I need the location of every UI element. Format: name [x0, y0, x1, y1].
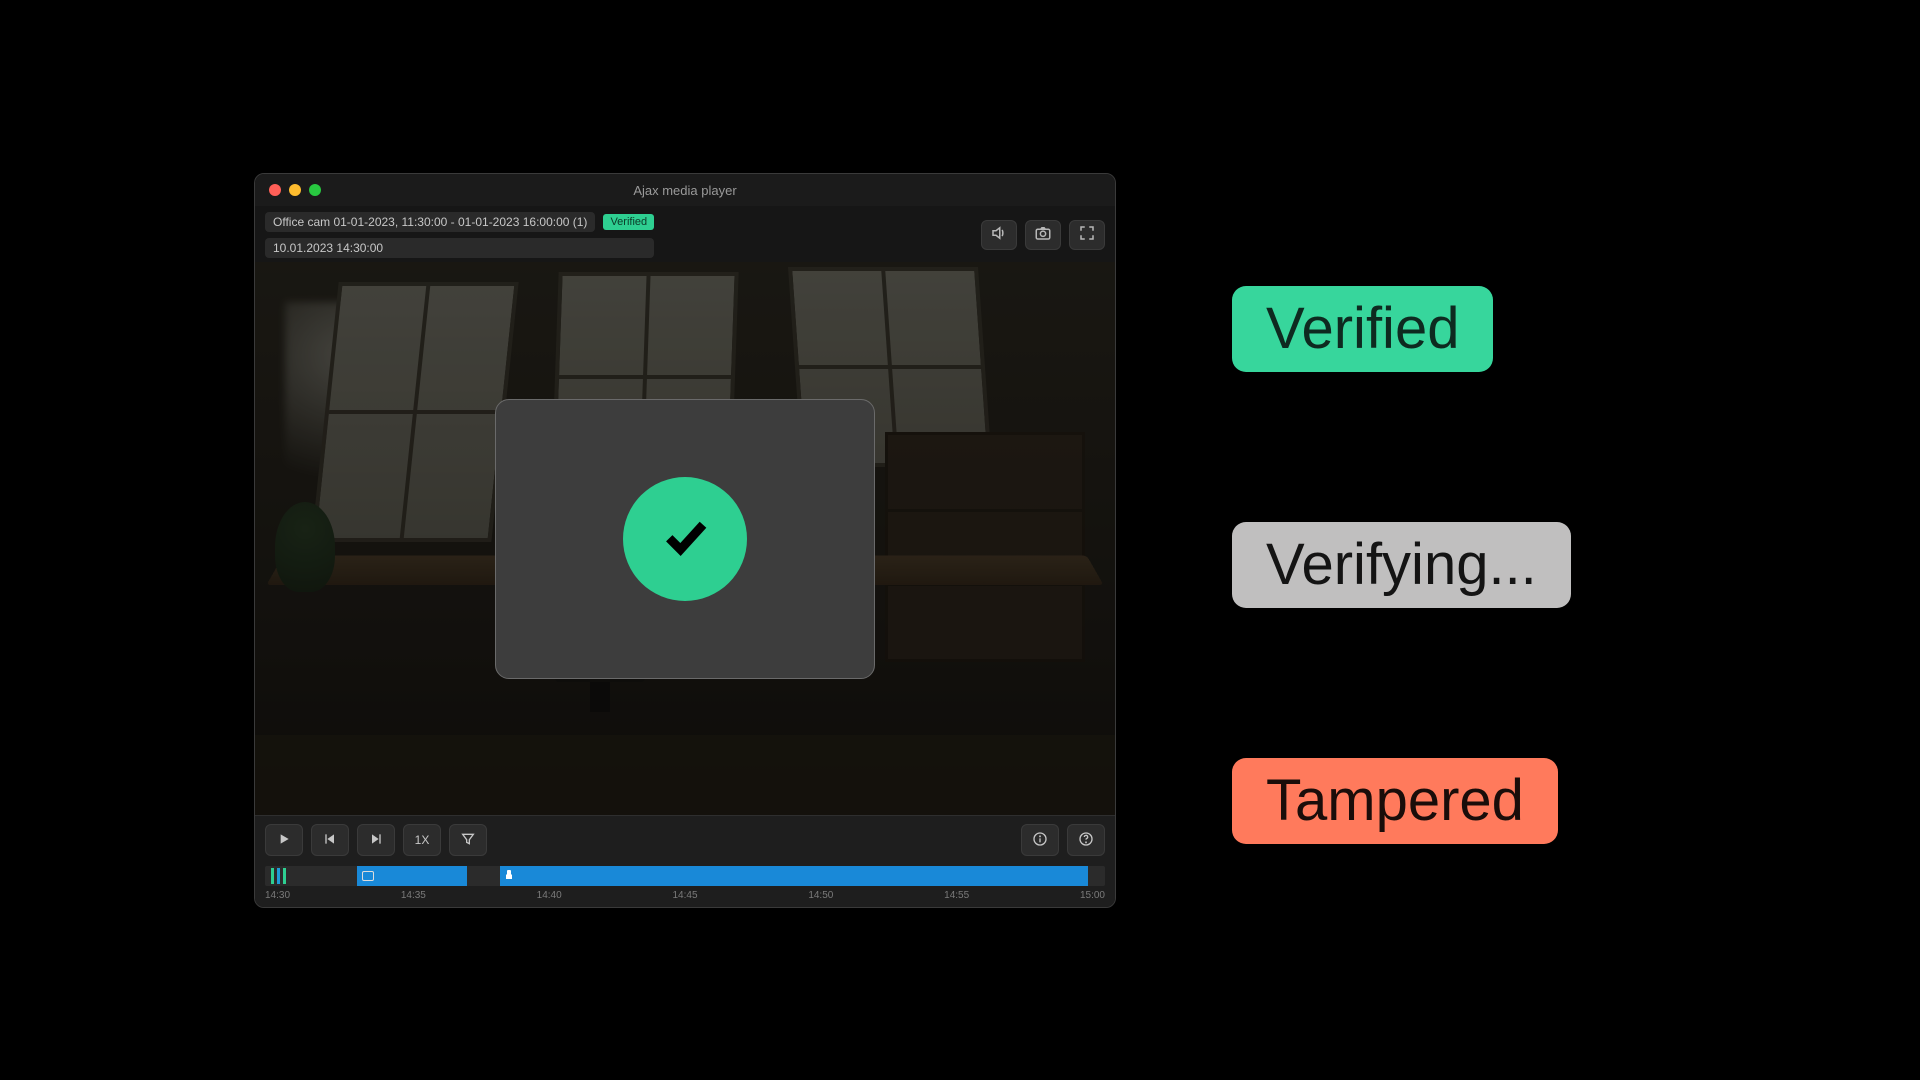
- timeline-tick: 14:40: [537, 890, 562, 901]
- skip-forward-icon: [368, 831, 384, 850]
- verification-success-modal: [495, 399, 875, 679]
- fullscreen-button[interactable]: [1069, 220, 1105, 250]
- success-check-circle: [623, 477, 747, 601]
- info-icon: [1032, 831, 1048, 850]
- video-viewport[interactable]: [255, 262, 1115, 815]
- speaker-icon: [990, 224, 1008, 247]
- zoom-window-button[interactable]: [309, 184, 321, 196]
- verified-badge: Verified: [603, 214, 654, 230]
- status-pill-showcase: Verified Verifying... Tampered: [1232, 286, 1571, 844]
- timeline-tick: 14:45: [672, 890, 697, 901]
- timeline-tick: 14:30: [265, 890, 290, 901]
- timeline-ticks: 14:30 14:35 14:40 14:45 14:50 14:55 15:0…: [265, 890, 1105, 901]
- play-icon: [276, 831, 292, 850]
- help-icon: [1078, 831, 1094, 850]
- window-title: Ajax media player: [255, 183, 1115, 198]
- timeline-tick: 15:00: [1080, 890, 1105, 901]
- audio-button[interactable]: [981, 220, 1017, 250]
- playback-speed-button[interactable]: 1X: [403, 824, 441, 856]
- previous-clip-button[interactable]: [311, 824, 349, 856]
- media-player-window: Ajax media player Office cam 01-01-2023,…: [254, 173, 1116, 908]
- timeline-tick: 14:50: [808, 890, 833, 901]
- timeline-tick: 14:55: [944, 890, 969, 901]
- playhead-timestamp: 10.01.2023 14:30:00: [265, 238, 654, 258]
- fullscreen-icon: [1078, 224, 1096, 247]
- skip-back-icon: [322, 831, 338, 850]
- status-pill-verifying: Verifying...: [1232, 522, 1571, 608]
- status-pill-verified: Verified: [1232, 286, 1493, 372]
- window-controls: [269, 184, 321, 196]
- info-button[interactable]: [1021, 824, 1059, 856]
- timeline[interactable]: 14:30 14:35 14:40 14:45 14:50 14:55 15:0…: [265, 866, 1105, 901]
- recording-tab[interactable]: Office cam 01-01-2023, 11:30:00 - 01-01-…: [265, 212, 595, 232]
- minimize-window-button[interactable]: [289, 184, 301, 196]
- timeline-activity-indicator: [271, 868, 286, 884]
- tab-group: Office cam 01-01-2023, 11:30:00 - 01-01-…: [265, 212, 654, 258]
- help-button[interactable]: [1067, 824, 1105, 856]
- timeline-segment-motion[interactable]: [500, 866, 1088, 886]
- header-row: Office cam 01-01-2023, 11:30:00 - 01-01-…: [255, 206, 1115, 262]
- camera-icon: [1034, 224, 1052, 247]
- check-icon: [658, 509, 712, 568]
- playback-controls: 1X: [255, 815, 1115, 907]
- timeline-tick: 14:35: [401, 890, 426, 901]
- window-titlebar: Ajax media player: [255, 174, 1115, 206]
- filter-icon: [460, 831, 476, 850]
- timeline-segment-recording[interactable]: [357, 866, 466, 886]
- play-button[interactable]: [265, 824, 303, 856]
- filter-button[interactable]: [449, 824, 487, 856]
- snapshot-button[interactable]: [1025, 220, 1061, 250]
- status-pill-tampered: Tampered: [1232, 758, 1558, 844]
- close-window-button[interactable]: [269, 184, 281, 196]
- next-clip-button[interactable]: [357, 824, 395, 856]
